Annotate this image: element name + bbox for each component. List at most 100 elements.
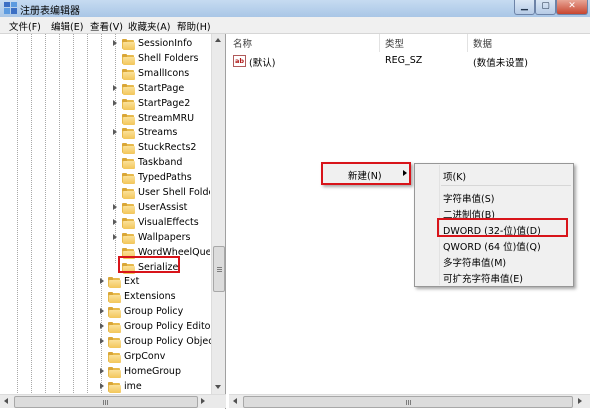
tree-item[interactable]: User Shell Folder [0,186,212,201]
tree-item-label: ime [124,380,142,392]
folder-icon [122,143,135,155]
expand-arrow-icon[interactable] [100,367,104,374]
grip-line [410,400,411,405]
expand-arrow-icon[interactable] [100,278,104,285]
tree-item[interactable]: StartPage [0,82,212,97]
expand-arrow-icon[interactable] [113,129,117,136]
values-hscroll-thumb[interactable] [243,396,573,408]
expand-arrow-icon[interactable] [113,203,117,210]
menu-view[interactable]: 查看(V) [90,19,123,33]
tree-item[interactable]: Taskband [0,156,212,171]
tree-item-label: StreamMRU [138,112,195,124]
tree-item[interactable]: Streams [0,126,212,141]
tree-item-label: User Shell Folder [138,187,210,198]
values-horizontal-scrollbar[interactable] [229,394,590,408]
value-name: (默认) [249,58,276,69]
folder-icon [122,202,135,214]
submenu-item-qword-value[interactable]: QWORD (64 位)值(Q) [443,239,541,253]
maximize-button[interactable]: ▢ [535,0,556,15]
folder-icon [122,158,135,170]
tree-item-label: SmallIcons [138,67,190,79]
tree-item[interactable]: SessionInfo [0,37,212,52]
tree-item[interactable]: TypedPaths [0,171,212,186]
tree-item-label: Group Policy [124,306,184,318]
scroll-left-icon[interactable] [4,398,8,404]
folder-icon [122,232,135,244]
grip-line [105,400,106,405]
scroll-down-icon[interactable] [215,385,221,389]
tree-item-label: StuckRects2 [138,142,197,154]
expand-arrow-icon[interactable] [100,338,104,344]
tree-item[interactable]: StartPage2 [0,97,212,112]
tree-item[interactable]: SmallIcons [0,67,212,82]
expand-arrow-icon[interactable] [113,40,117,46]
tree-item[interactable]: Serialize [0,261,212,276]
tree-item-label: StartPage2 [138,97,191,109]
expand-arrow-icon[interactable] [113,218,117,225]
expand-arrow-icon[interactable] [100,308,104,315]
column-header-type[interactable]: 类型 [385,36,404,50]
folder-icon [122,68,135,80]
serialize-highlight-box [118,256,180,273]
tree-item[interactable]: UserAssist [0,201,212,216]
column-divider[interactable] [467,34,468,52]
tree-item[interactable]: Shell Folders [0,52,212,67]
expand-arrow-icon[interactable] [100,323,104,330]
expand-arrow-icon[interactable] [113,84,117,91]
close-button[interactable]: ✕ [556,0,588,15]
tree-scroll-thumb[interactable] [213,246,225,292]
expand-arrow-icon[interactable] [100,382,104,389]
tree-hscroll-thumb[interactable] [14,396,198,408]
folder-icon [122,217,135,229]
grip-line [217,269,222,270]
grip-line [406,400,407,405]
value-type: REG_SZ [385,55,423,66]
tree-item[interactable]: Group Policy [0,305,212,320]
window-title: 注册表编辑器 [20,6,80,17]
tree-item[interactable]: Group Policy Object [0,335,216,350]
submenu-item-multi-string-value[interactable]: 多字符串值(M) [443,255,506,269]
grip-line [217,271,222,272]
submenu-item-expandable-string-value[interactable]: 可扩充字符串值(E) [443,271,523,285]
tree-item[interactable]: WordWheelQuer [0,246,212,261]
tree-item[interactable]: VisualEffects [0,216,212,231]
expand-arrow-icon[interactable] [113,233,117,240]
menu-edit[interactable]: 编辑(E) [51,19,83,33]
tree-item[interactable]: ime [0,380,212,395]
tree-item[interactable]: Ext [0,275,212,290]
minimize-button[interactable]: ▁ [514,0,535,15]
tree-item-label: Wallpapers [138,231,191,243]
column-header-data[interactable]: 数据 [473,36,492,50]
folder-icon [108,381,121,393]
tree-item[interactable]: Group Policy Editor [0,320,214,335]
menu-help[interactable]: 帮助(H) [177,19,211,33]
submenu-item-string-value[interactable]: 字符串值(S) [443,191,494,205]
scroll-right-icon[interactable] [578,398,582,404]
folder-icon [122,113,135,125]
column-header-name[interactable]: 名称 [233,36,252,50]
folder-icon [108,351,121,363]
registry-tree-pane[interactable]: SessionInfo Shell Folders SmallIcons StartP… [0,34,226,409]
tree-item[interactable]: StuckRects2 [0,141,212,156]
column-divider[interactable] [379,34,380,52]
tree-vertical-scrollbar[interactable] [211,34,225,394]
menu-separator [441,185,571,186]
title-bar: 注册表编辑器 ▁ ▢ ✕ [0,0,590,17]
scroll-right-icon[interactable] [201,398,205,404]
tree-item-label: Streams [138,127,178,139]
expand-arrow-icon[interactable] [113,99,117,106]
submenu-item-key[interactable]: 项(K) [443,169,466,183]
menu-favorites[interactable]: 收藏夹(A) [128,19,170,33]
tree-item[interactable]: GrpConv [0,350,212,365]
tree-item-label: Group Policy Object [124,336,216,347]
scroll-up-icon[interactable] [215,38,221,42]
menu-file[interactable]: 文件(F) [9,19,41,33]
folder-icon [108,322,121,334]
tree-horizontal-scrollbar[interactable] [0,394,226,408]
tree-item[interactable]: HomeGroup [0,365,212,380]
tree-item[interactable]: Wallpapers [0,231,212,246]
tree-item[interactable]: Extensions [0,290,212,305]
tree-item[interactable]: StreamMRU [0,112,212,127]
scroll-left-icon[interactable] [233,398,237,404]
folder-icon [108,366,121,378]
